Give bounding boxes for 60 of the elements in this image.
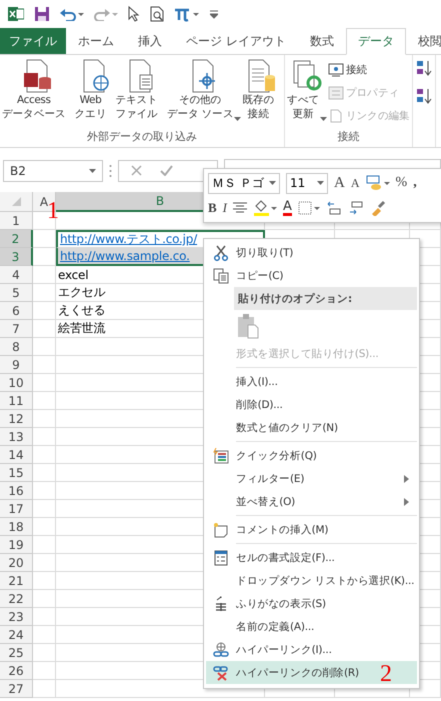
menu-item[interactable]: 並べ替え(O) [206,490,417,513]
menu-item[interactable]: 挿入(I)... [206,370,417,393]
menu-section-header: 貼り付けのオプション: [234,287,417,310]
row-header[interactable]: 10 [0,374,33,392]
ribbon-button[interactable]: テキスト ファイル [115,59,166,129]
ribbon-button[interactable]: 既存の 接続 [242,59,282,129]
menu-item[interactable]: フィルター(E) [206,467,417,490]
row-header[interactable]: 20 [0,554,33,572]
row-header[interactable]: 23 [0,608,33,626]
row-header[interactable]: 7 [0,320,33,338]
file-tab[interactable]: ファイル [0,28,66,54]
annotation-number: 2 [380,662,392,686]
menu-item[interactable]: 削除(D)... [206,393,417,416]
menu-item[interactable]: ハイパーリンク(I)... [206,638,417,661]
row-header[interactable]: 8 [0,338,33,356]
row-header[interactable]: 12 [0,410,33,428]
menu-item[interactable]: ドロップダウン リストから選択(K)... [206,569,417,592]
ribbon-small-button[interactable]: 接続 [328,59,410,80]
row-header[interactable]: 3 [0,248,33,266]
row-header[interactable]: 25 [0,644,33,662]
name-box[interactable]: B2 [3,160,103,182]
font-name-field[interactable]: ＭＳ Ｐゴ [208,172,280,194]
menu-item[interactable]: 数式と値のクリア(N) [206,416,417,439]
menu-item[interactable]: ふりがなの表示(S) [206,592,417,615]
ribbon-button[interactable]: すべて 更新 [287,59,327,129]
ribbon-button[interactable]: Web クエリ [74,59,114,129]
row-header[interactable]: 18 [0,518,33,536]
row-header[interactable]: 5 [0,284,33,302]
font-color-button[interactable]: A [283,200,292,216]
row-header[interactable]: 2 [0,230,33,248]
ribbon-button[interactable]: Access データベース [2,59,74,129]
percent-button[interactable]: % [396,175,408,191]
menu-item[interactable]: 名前の定義(A)... [206,615,417,638]
row-header[interactable]: 11 [0,392,33,410]
comma-button[interactable]: , [413,175,417,191]
row-header[interactable]: 24 [0,626,33,644]
row-header[interactable]: 1 [0,212,33,230]
menu-item[interactable]: コメントの挿入(M) [206,518,417,541]
group-label: 接続 [336,129,360,145]
row-header[interactable]: 13 [0,428,33,446]
row-header[interactable]: 16 [0,482,33,500]
ribbon-tab[interactable]: データ [346,28,406,55]
shrink-font-button[interactable]: A [350,176,360,190]
row-header[interactable]: 21 [0,572,33,590]
row-header[interactable]: 26 [0,662,33,680]
row-header[interactable]: 19 [0,536,33,554]
row-header[interactable]: 22 [0,590,33,608]
menu-item[interactable]: セルの書式設定(F)... [206,546,417,569]
row-header[interactable]: 6 [0,302,33,320]
row-header[interactable]: 17 [0,500,33,518]
row-header[interactable]: 9 [0,356,33,374]
ribbon-button[interactable]: その他の データ ソース [166,59,242,129]
row-header[interactable]: 14 [0,446,33,464]
grow-font-button[interactable]: A [334,174,345,192]
row-header[interactable]: 27 [0,680,33,698]
menu-item[interactable]: クイック分析(Q) [206,444,417,467]
font-size-field[interactable]: 11 [286,172,328,194]
row-header[interactable]: 4 [0,266,33,284]
row-header[interactable]: 15 [0,464,33,482]
group-label: 外部データの取り込み [86,129,198,145]
